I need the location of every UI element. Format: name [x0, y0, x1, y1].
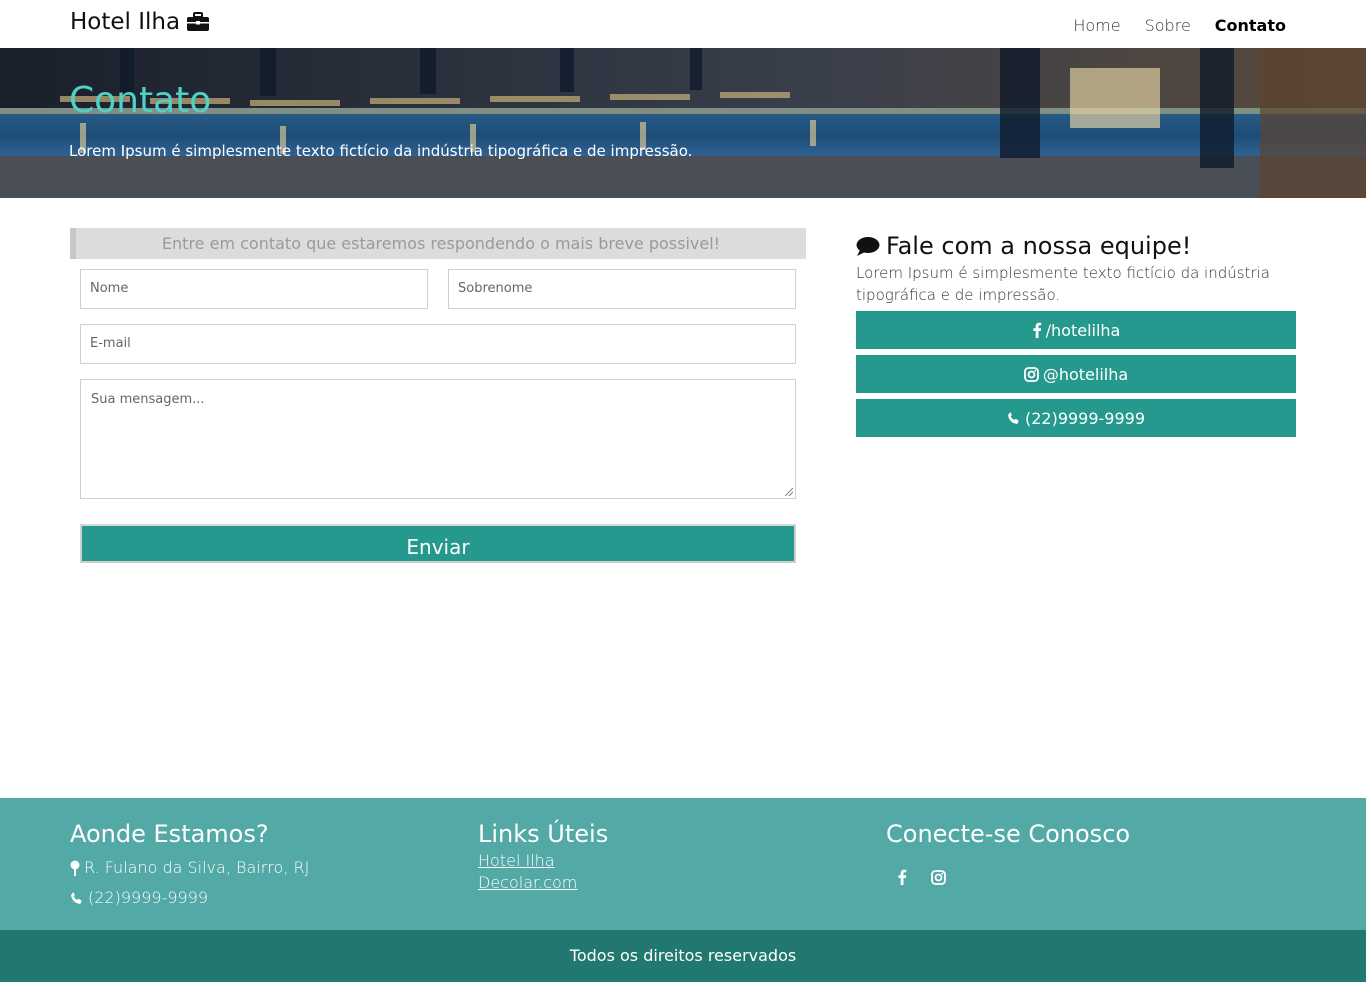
instagram-label: @hotelilha: [1042, 364, 1129, 384]
facebook-button[interactable]: /hotelilha: [856, 311, 1296, 349]
footer-link-decolar[interactable]: Decolar.com: [478, 873, 577, 892]
facebook-label: /hotelilha: [1045, 320, 1121, 340]
brand-name: Hotel Ilha: [70, 9, 181, 35]
instagram-icon: [1023, 366, 1039, 382]
phone-button[interactable]: (22)9999-9999: [856, 399, 1296, 437]
team-contact: Fale com a nossa equipe! Lorem Ipsum é s…: [856, 232, 1296, 437]
phone-icon: [1007, 411, 1021, 425]
briefcase-icon: [186, 12, 210, 32]
team-contact-text: Lorem Ipsum é simplesmente texto fictíci…: [856, 264, 1270, 304]
team-contact-heading: Fale com a nossa equipe!: [856, 232, 1296, 260]
hero-background-image: [0, 48, 1366, 198]
form-notice: Entre em contato que estaremos responden…: [70, 228, 806, 259]
page-title: Contato: [69, 80, 212, 121]
footer-links-title: Links Úteis: [478, 820, 609, 848]
first-name-field[interactable]: Nome: [80, 269, 428, 309]
instagram-button[interactable]: @hotelilha: [856, 355, 1296, 393]
comment-icon: [856, 236, 880, 256]
footer-address-text: R. Fulano da Silva, Bairro, RJ: [84, 858, 310, 877]
main-nav: Home Sobre Contato: [1073, 16, 1286, 35]
footer: Aonde Estamos? R. Fulano da Silva, Bairr…: [0, 798, 1366, 930]
submit-button[interactable]: Enviar: [80, 524, 796, 563]
message-field[interactable]: Sua mensagem...: [80, 379, 796, 499]
footer-phone-text: (22)9999-9999: [88, 888, 209, 907]
hero-banner: Contato Lorem Ipsum é simplesmente texto…: [0, 48, 1366, 198]
copyright-bar: Todos os direitos reservados: [0, 930, 1366, 982]
facebook-icon: [1032, 322, 1042, 338]
footer-connect-title: Conecte-se Conosco: [886, 820, 1131, 848]
nav-home[interactable]: Home: [1073, 16, 1120, 35]
facebook-icon[interactable]: [896, 868, 908, 886]
phone-label: (22)9999-9999: [1024, 408, 1146, 428]
nav-sobre[interactable]: Sobre: [1145, 16, 1191, 35]
phone-icon: [70, 891, 84, 905]
hero-subtitle: Lorem Ipsum é simplesmente texto fictíci…: [69, 142, 693, 160]
footer-phone: (22)9999-9999: [70, 888, 208, 907]
nav-contato[interactable]: Contato: [1215, 16, 1286, 35]
footer-link-item: Hotel Ilha: [478, 851, 555, 870]
map-pin-icon: [70, 860, 80, 876]
footer-location-title: Aonde Estamos?: [70, 820, 269, 848]
message-placeholder: Sua mensagem...: [91, 392, 205, 407]
email-field[interactable]: E-mail: [80, 324, 796, 364]
team-contact-title: Fale com a nossa equipe!: [886, 232, 1192, 260]
footer-link-item: Decolar.com: [478, 873, 577, 892]
resize-handle[interactable]: [785, 488, 793, 496]
copyright-text: Todos os direitos reservados: [569, 946, 797, 965]
footer-link-hotel-ilha[interactable]: Hotel Ilha: [478, 851, 555, 870]
footer-address: R. Fulano da Silva, Bairro, RJ: [70, 858, 309, 877]
brand[interactable]: Hotel Ilha: [70, 9, 210, 35]
instagram-icon[interactable]: [930, 869, 946, 885]
last-name-field[interactable]: Sobrenome: [448, 269, 796, 309]
navbar: Hotel Ilha Home Sobre Contato: [0, 0, 1366, 48]
contact-form: Entre em contato que estaremos responden…: [70, 228, 806, 563]
